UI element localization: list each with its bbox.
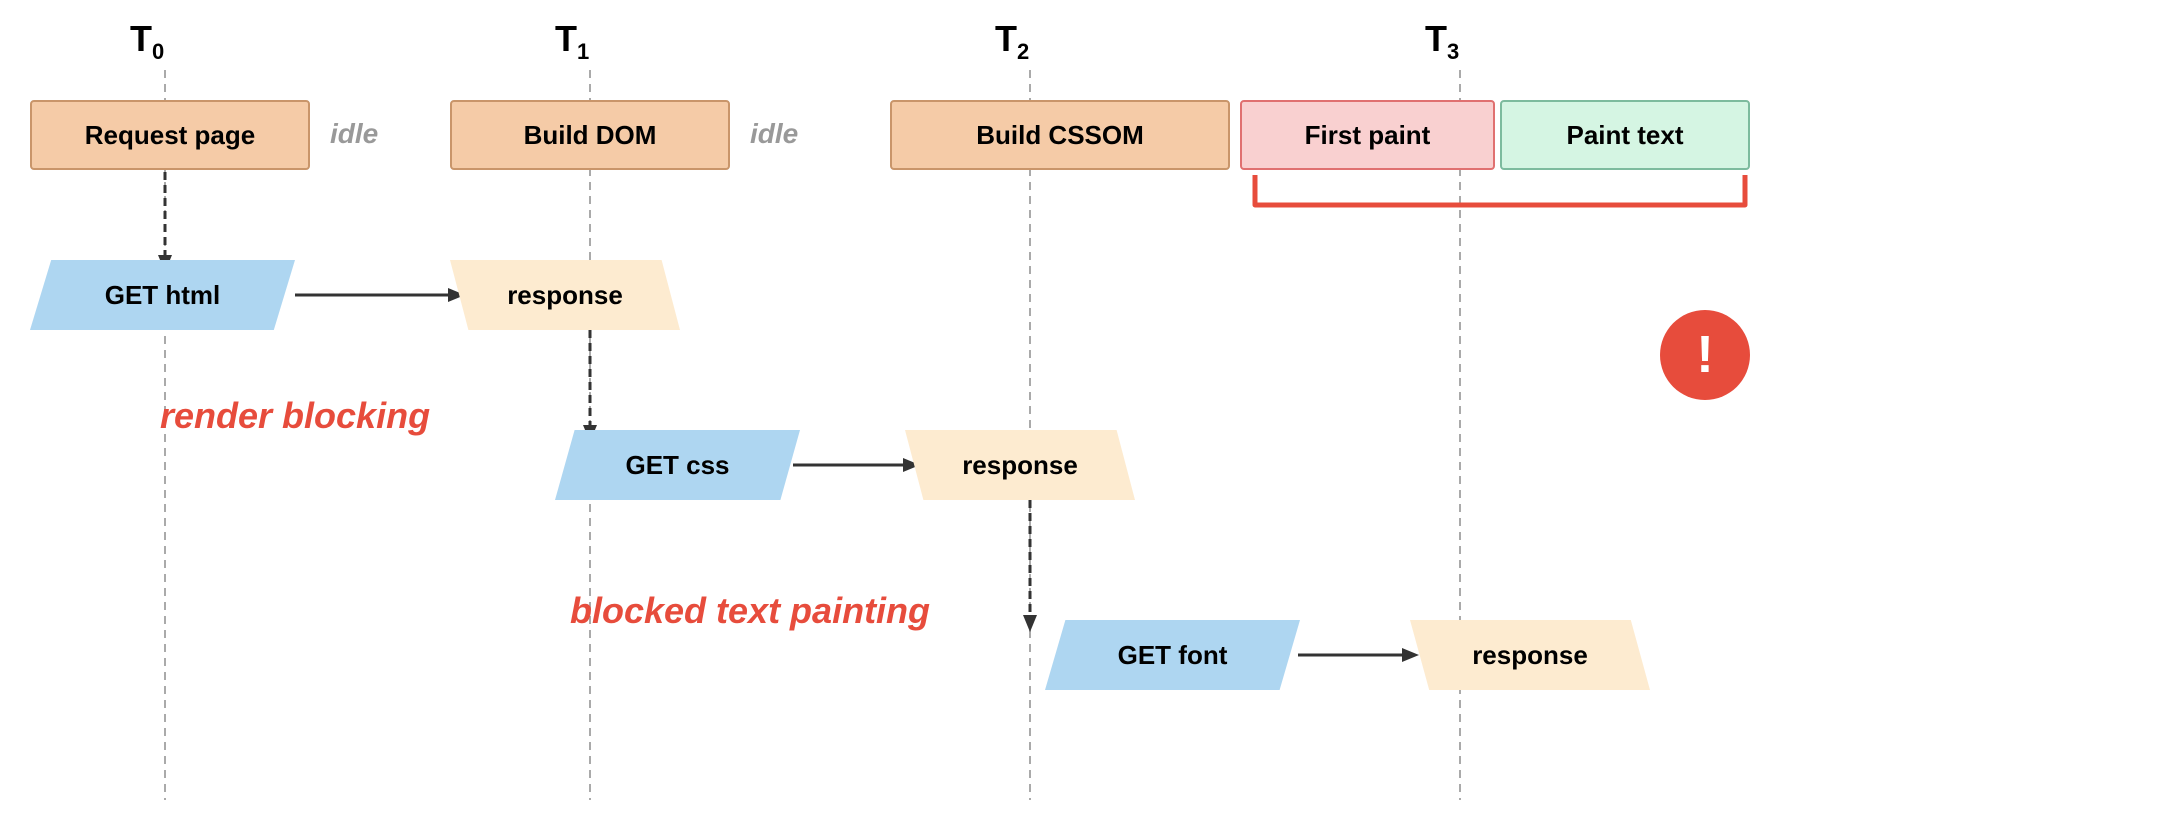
paint-text-box: Paint text bbox=[1500, 100, 1750, 170]
error-circle: ! bbox=[1660, 310, 1750, 400]
get-css-box: GET css bbox=[555, 430, 800, 500]
get-font-box: GET font bbox=[1045, 620, 1300, 690]
blocked-text-painting-label: blocked text painting bbox=[570, 590, 930, 632]
t3-label: T3 bbox=[1425, 18, 1459, 65]
request-page-box: Request page bbox=[30, 100, 310, 170]
t0-label: T0 bbox=[130, 18, 164, 65]
idle2-label: idle bbox=[750, 118, 798, 150]
t1-label: T1 bbox=[555, 18, 589, 65]
diagram: T0 T1 T2 T3 Request page idle Build DOM … bbox=[0, 0, 2177, 824]
idle1-label: idle bbox=[330, 118, 378, 150]
build-dom-box: Build DOM bbox=[450, 100, 730, 170]
response1-box: response bbox=[450, 260, 680, 330]
response2-box: response bbox=[905, 430, 1135, 500]
response3-box: response bbox=[1410, 620, 1650, 690]
first-paint-box: First paint bbox=[1240, 100, 1495, 170]
t2-label: T2 bbox=[995, 18, 1029, 65]
get-html-box: GET html bbox=[30, 260, 295, 330]
build-cssom-box: Build CSSOM bbox=[890, 100, 1230, 170]
render-blocking-label: render blocking bbox=[160, 395, 430, 437]
